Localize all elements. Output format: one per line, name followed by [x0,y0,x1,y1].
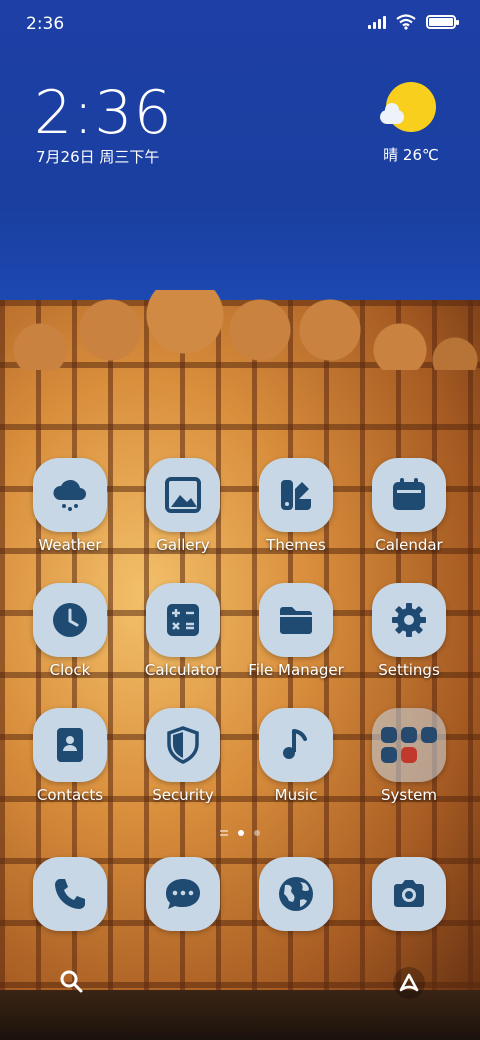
message-bubble-icon [146,857,220,931]
app-calculator[interactable]: Calculator [131,583,235,679]
image-icon [146,458,220,532]
app-contacts[interactable]: Contacts [18,708,122,804]
weather-widget[interactable]: 晴 26℃ [366,82,446,165]
phone-icon [33,857,107,931]
cloud-rain-icon [33,458,107,532]
sun-partly-cloudy-icon [380,82,436,132]
clock-widget-date[interactable]: 7月26日 周三下午 [36,146,159,167]
status-icons [368,14,459,30]
page-dot[interactable] [254,830,260,836]
clock-widget-time[interactable]: 2:36 [34,78,173,148]
app-security[interactable]: Security [131,708,235,804]
folder-icon [259,583,333,657]
page-indicator[interactable] [0,830,480,836]
dock-phone[interactable] [18,857,122,931]
app-label: Calendar [375,536,443,554]
app-gallery[interactable]: Gallery [131,458,235,554]
app-settings[interactable]: Settings [357,583,461,679]
battery-icon [426,15,459,29]
music-note-icon [259,708,333,782]
calculator-icon [146,583,220,657]
paint-palette-icon [259,458,333,532]
gear-icon [372,583,446,657]
status-time: 2:36 [26,14,65,34]
app-music[interactable]: Music [244,708,348,804]
weather-widget-text: 晴 26℃ [383,146,439,164]
assistant-icon[interactable] [392,966,426,1000]
app-label: Security [152,786,214,804]
app-folder-system[interactable]: System [357,708,461,804]
app-file-manager[interactable]: File Manager [244,583,348,679]
app-clock[interactable]: Clock [18,583,122,679]
app-label: Themes [266,536,326,554]
app-label: Weather [38,536,102,554]
app-label: Clock [49,661,91,679]
app-label: Contacts [36,786,104,804]
app-label: System [381,786,437,804]
app-label: File Manager [248,661,344,679]
camera-icon [372,857,446,931]
clock-icon [33,583,107,657]
dock-messages[interactable] [131,857,235,931]
shield-icon [146,708,220,782]
page-dot-active[interactable] [238,830,244,836]
app-themes[interactable]: Themes [244,458,348,554]
app-label: Gallery [156,536,210,554]
wifi-icon [396,14,416,30]
calendar-icon [372,458,446,532]
battery-level-fill [429,18,453,26]
app-calendar[interactable]: Calendar [357,458,461,554]
folder-grid-icon [372,708,446,782]
app-label: Settings [378,661,440,679]
dock-camera[interactable] [357,857,461,931]
globe-browser-icon [259,857,333,931]
app-label: Calculator [144,661,222,679]
signal-icon [368,15,386,29]
dock-browser[interactable] [244,857,348,931]
status-bar: 2:36 [0,0,480,50]
contacts-book-icon [33,708,107,782]
page-indicator-minus-one[interactable] [220,830,228,836]
search-icon[interactable] [58,968,86,996]
app-label: Music [274,786,318,804]
app-weather[interactable]: Weather [18,458,122,554]
